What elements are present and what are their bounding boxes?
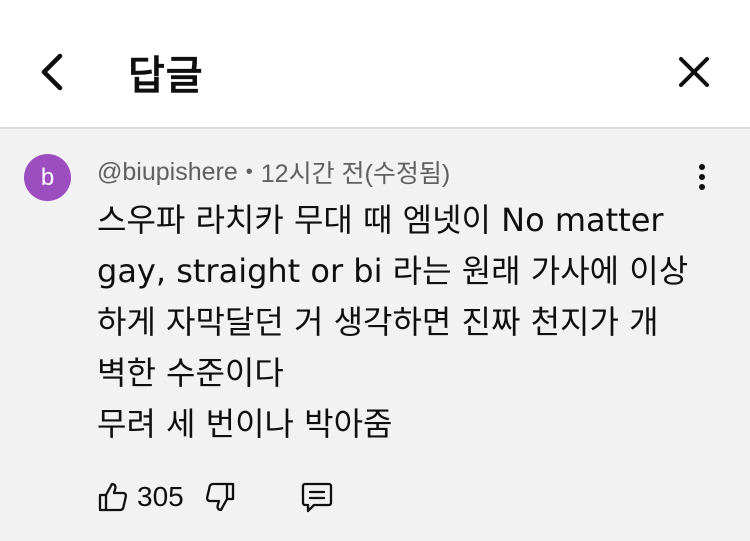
page-title: 답글	[128, 53, 204, 99]
like-count: 305	[137, 481, 184, 512]
avatar-letter: b	[40, 163, 55, 191]
close-button[interactable]	[666, 44, 722, 100]
comment-meta: @biupishere • 12시간 전(수정됨)	[97, 155, 450, 189]
comment-line: 벽한 수준이다	[97, 354, 284, 392]
back-button[interactable]	[26, 44, 82, 100]
avatar[interactable]: b	[24, 154, 71, 201]
thumbs-up-icon	[98, 482, 128, 512]
more-vert-icon	[699, 164, 705, 190]
close-icon	[679, 57, 709, 87]
comment-line: 하게 자막달던 거 생각하면 진짜 천지가 개	[97, 303, 659, 341]
author-name[interactable]: @biupishere	[97, 158, 238, 187]
comment-time: 12시간 전(수정됨)	[260, 160, 451, 188]
comment: b @biupishere • 12시간 전(수정됨) 스우파 라치카 무대 때…	[0, 129, 750, 541]
comment-line: 무려 세 번이나 박아줌	[97, 405, 393, 443]
more-options-button[interactable]	[686, 159, 718, 195]
dislike-button[interactable]	[204, 481, 236, 513]
thumbs-down-icon	[205, 482, 234, 512]
chevron-left-icon	[41, 53, 63, 91]
comment-text: 스우파 라치카 무대 때 엠넷이 No matter gay, straight…	[97, 195, 717, 450]
meta-separator: •	[245, 160, 253, 183]
reply-button[interactable]	[300, 480, 334, 514]
header: 답글	[0, 0, 750, 128]
comment-line: 스우파 라치카 무대 때 엠넷이 No matter	[97, 201, 664, 239]
reply-icon	[301, 482, 332, 513]
comment-actions: 305	[97, 477, 334, 517]
like-button[interactable]	[97, 481, 129, 513]
comment-line: gay, straight or bi 라는 원래 가사에 이상	[97, 252, 689, 290]
